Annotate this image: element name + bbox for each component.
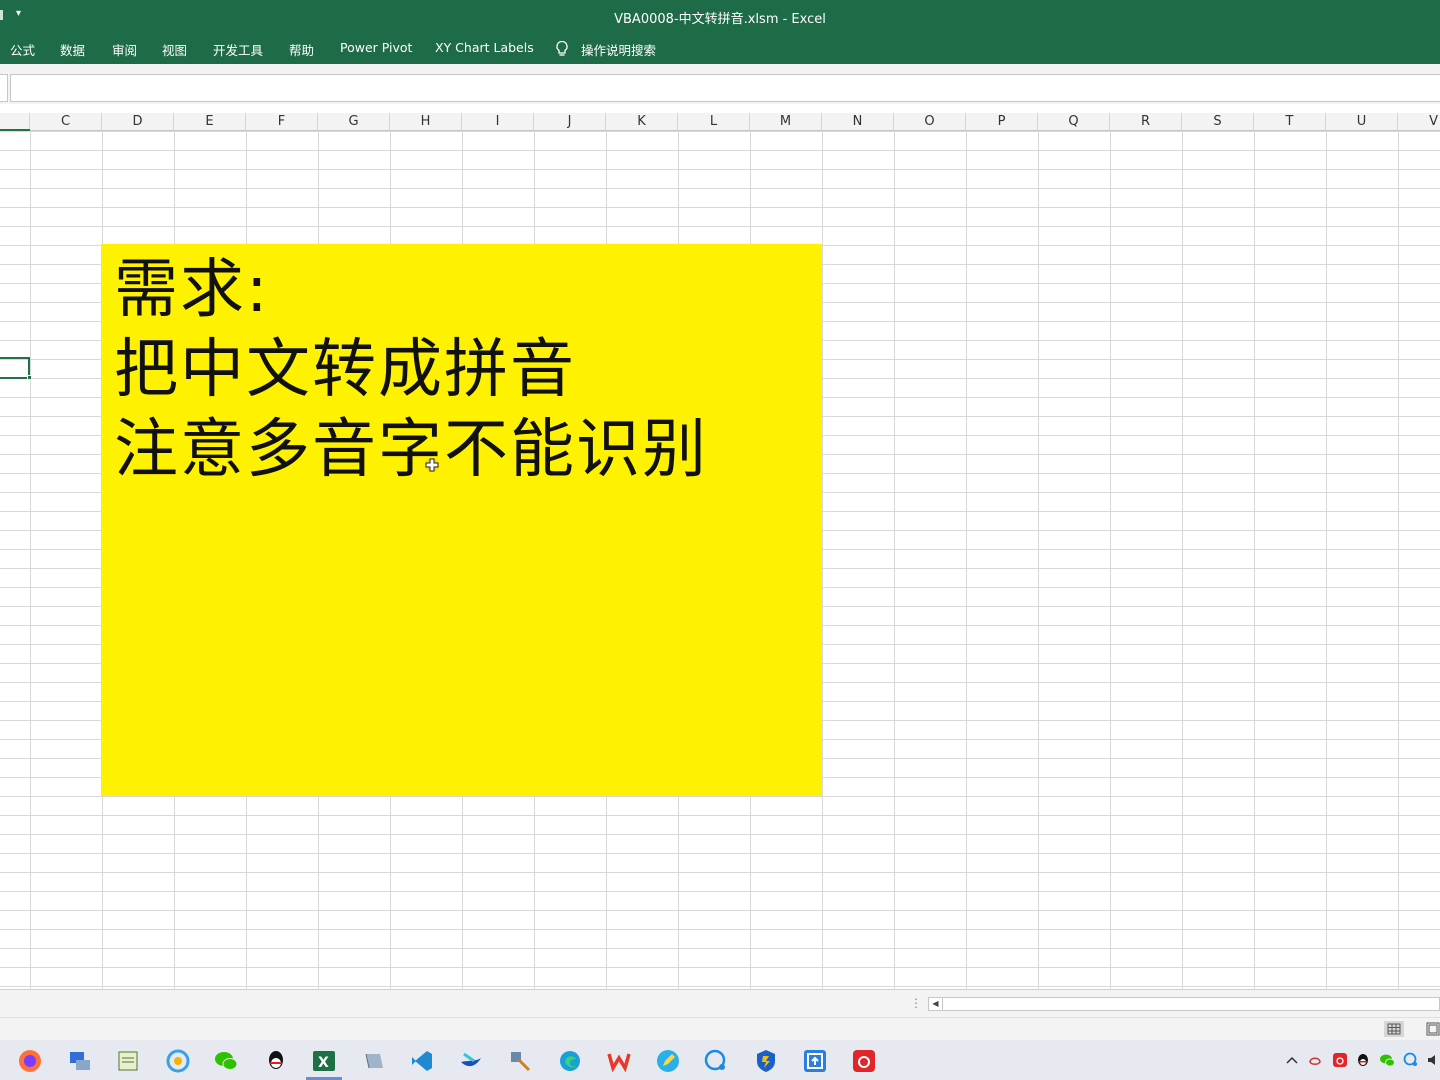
column-header[interactable]: T [1254, 113, 1326, 131]
column-header[interactable]: N [822, 113, 894, 131]
shield-app-icon[interactable] [753, 1048, 779, 1074]
column-header[interactable]: S [1182, 113, 1254, 131]
chevron-up-icon[interactable] [1284, 1052, 1300, 1068]
tab-developer[interactable]: 开发工具 [213, 40, 263, 59]
qq-icon[interactable] [263, 1048, 289, 1074]
textbox-line: 把中文转成拼音 [114, 333, 576, 407]
title-bar: ▾ VBA0008-中文转拼音.xlsm - Excel [0, 0, 1440, 32]
360-browser-icon[interactable] [165, 1048, 191, 1074]
column-header[interactable]: Q [1038, 113, 1110, 131]
netease-music-icon[interactable] [851, 1048, 877, 1074]
textbox-line: 需求: [114, 253, 270, 327]
column-header[interactable]: D [102, 113, 174, 131]
column-header[interactable]: U [1326, 113, 1398, 131]
tray-app-icon[interactable] [1307, 1052, 1323, 1068]
column-header[interactable]: I [462, 113, 534, 131]
tray-wechat-icon[interactable] [1379, 1052, 1395, 1068]
column-header[interactable]: C [30, 113, 102, 131]
tray-chat-icon[interactable] [1403, 1052, 1419, 1068]
fill-handle[interactable] [27, 375, 32, 380]
vscode-icon[interactable] [409, 1048, 435, 1074]
scroll-left-icon[interactable]: ◀ [929, 998, 943, 1010]
column-header[interactable]: J [534, 113, 606, 131]
column-headers: C D E F G H I J K L M N O P Q R S T U V [0, 113, 1440, 131]
sheet-tab-bar: ⋮ ◀ [0, 989, 1440, 1017]
pen-icon[interactable] [655, 1048, 681, 1074]
svg-text:X: X [318, 1055, 329, 1071]
wechat-icon[interactable] [213, 1048, 239, 1074]
tab-data[interactable]: 数据 [60, 40, 85, 59]
column-header[interactable]: M [750, 113, 822, 131]
column-header[interactable]: F [246, 113, 318, 131]
active-cell[interactable] [0, 357, 30, 379]
name-box[interactable] [0, 74, 8, 102]
edge-icon[interactable] [557, 1048, 583, 1074]
tab-formulas[interactable]: 公式 [10, 40, 35, 59]
window-title: VBA0008-中文转拼音.xlsm - Excel [614, 12, 826, 27]
column-header[interactable]: K [606, 113, 678, 131]
column-header[interactable]: V [1398, 113, 1440, 131]
tools-icon[interactable] [507, 1048, 533, 1074]
tab-xy-chart-labels[interactable]: XY Chart Labels [435, 40, 534, 55]
column-header[interactable]: R [1110, 113, 1182, 131]
windows-taskbar: X [0, 1040, 1440, 1080]
virtual-machine-icon[interactable] [361, 1048, 387, 1074]
ribbon-collapsed-area [0, 64, 1440, 72]
column-header[interactable]: L [678, 113, 750, 131]
row-header-corner[interactable] [0, 113, 30, 131]
tray-qq-icon[interactable] [1355, 1052, 1371, 1068]
column-header[interactable]: P [966, 113, 1038, 131]
lightbulb-icon[interactable] [554, 40, 570, 58]
formula-bar [0, 72, 1440, 104]
tray-netease-icon[interactable] [1332, 1052, 1348, 1068]
requirement-textbox[interactable]: 需求: 把中文转成拼音 注意多音字不能识别 [101, 244, 822, 796]
tell-me-search[interactable]: 操作说明搜索 [581, 40, 656, 59]
network-tool-icon[interactable] [67, 1048, 93, 1074]
status-bar [0, 1017, 1440, 1040]
page-layout-view-icon[interactable] [1426, 1022, 1440, 1036]
textbox-line: 注意多音字不能识别 [114, 413, 708, 487]
column-header[interactable]: E [174, 113, 246, 131]
ribbon-tabs: 公式 数据 审阅 视图 开发工具 帮助 Power Pivot XY Chart… [0, 32, 1440, 64]
tab-power-pivot[interactable]: Power Pivot [340, 40, 412, 55]
normal-view-icon[interactable] [1384, 1021, 1404, 1037]
cell-cursor-icon [425, 458, 439, 472]
tab-review[interactable]: 审阅 [112, 40, 137, 59]
notepad-icon[interactable] [115, 1048, 141, 1074]
excel-icon[interactable]: X [311, 1048, 337, 1074]
chat-bubble-icon[interactable] [703, 1048, 729, 1074]
firefox-icon[interactable] [17, 1048, 43, 1074]
column-header[interactable]: H [390, 113, 462, 131]
formula-input[interactable] [10, 74, 1440, 102]
feishu-icon[interactable] [458, 1048, 484, 1074]
tab-split-handle[interactable]: ⋮ [910, 996, 922, 1010]
tab-view[interactable]: 视图 [162, 40, 187, 59]
tab-help[interactable]: 帮助 [289, 40, 314, 59]
horizontal-scrollbar[interactable]: ◀ [928, 997, 1440, 1011]
upload-icon[interactable] [802, 1048, 828, 1074]
volume-icon[interactable] [1426, 1052, 1440, 1068]
column-header[interactable]: G [318, 113, 390, 131]
wps-icon[interactable] [606, 1048, 632, 1074]
column-header[interactable]: O [894, 113, 966, 131]
